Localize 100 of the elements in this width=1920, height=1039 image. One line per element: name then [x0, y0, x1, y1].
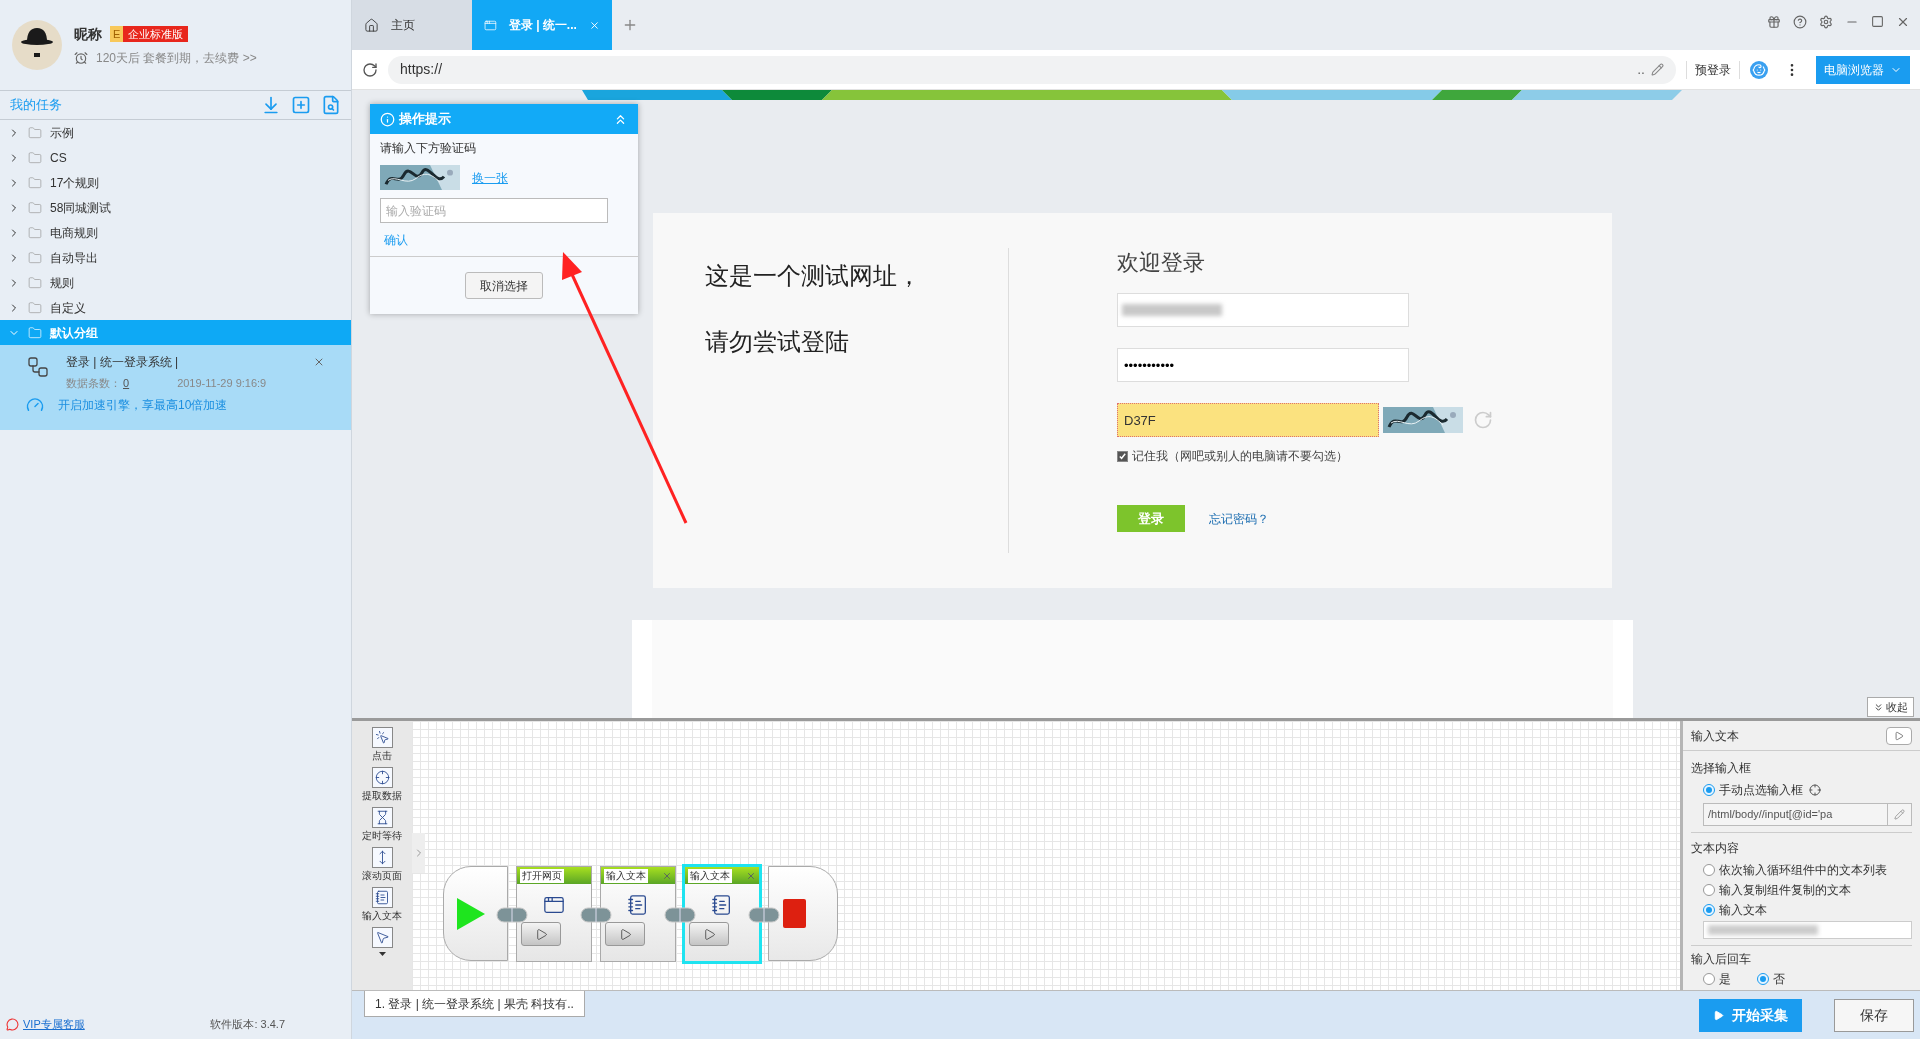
url-text: https://: [400, 60, 444, 79]
folder-row[interactable]: CS: [0, 145, 351, 170]
folder-row[interactable]: 58同城测试: [0, 195, 351, 220]
radio-button[interactable]: [1703, 784, 1715, 796]
url-tail: ..: [1637, 60, 1645, 79]
radio-button[interactable]: [1703, 864, 1715, 876]
radio-button[interactable]: [1703, 884, 1715, 896]
step-node[interactable]: 打开网页: [516, 866, 592, 962]
refresh-icon[interactable]: [362, 61, 378, 78]
address-field[interactable]: https:// ..: [388, 55, 1676, 84]
step-node[interactable]: 输入文本: [684, 866, 760, 962]
folder-row[interactable]: 电商规则: [0, 220, 351, 245]
version-text: 软件版本: 3.4.7: [210, 1016, 286, 1032]
task-title: 登录 | 统一登录系统 |: [66, 354, 179, 371]
close-icon[interactable]: [662, 870, 672, 881]
play-icon: [618, 927, 632, 941]
radio-label[interactable]: 是: [1719, 970, 1731, 988]
folder-row[interactable]: 规则: [0, 270, 351, 295]
captcha-input-field[interactable]: 输入验证码: [380, 198, 608, 223]
tool-icon: [371, 927, 393, 948]
task-tab[interactable]: 1. 登录 | 统一登录系统 | 果壳 科技有..: [364, 991, 585, 1017]
tool-button[interactable]: 输入文本: [362, 887, 402, 923]
tool-icon: [371, 767, 393, 788]
folder-row[interactable]: 示例: [0, 120, 351, 145]
captcha-field[interactable]: D37F: [1117, 403, 1379, 437]
save-button[interactable]: 保存: [1834, 999, 1914, 1032]
step-title: 输入文本: [688, 868, 732, 883]
avatar[interactable]: [12, 20, 62, 70]
folder-row[interactable]: 自动导出: [0, 245, 351, 270]
run-step-button[interactable]: [605, 922, 645, 946]
crosshair-icon[interactable]: [1809, 784, 1821, 796]
close-icon[interactable]: [313, 356, 325, 368]
notice-text: 请勿尝试登陆: [705, 327, 850, 357]
import-icon[interactable]: [261, 95, 281, 115]
search-icon[interactable]: [321, 95, 341, 115]
remember-checkbox[interactable]: 记住我（网吧或别人的电脑请不要勾选）: [1117, 447, 1612, 465]
tool-button[interactable]: 提取数据: [362, 767, 402, 803]
radio-label[interactable]: 否: [1773, 970, 1785, 988]
panel-title: 输入文本: [1691, 727, 1739, 745]
play-icon[interactable]: [457, 897, 485, 930]
step-node[interactable]: 输入文本: [600, 866, 676, 962]
checkmark-icon: [1118, 451, 1127, 461]
expand-handle[interactable]: [412, 833, 425, 873]
radio-label[interactable]: 输入文本: [1719, 901, 1767, 919]
browser-tab[interactable]: 主页: [352, 0, 472, 50]
folder-row[interactable]: 17个规则: [0, 170, 351, 195]
end-node[interactable]: [768, 866, 838, 961]
caret-icon[interactable]: [378, 952, 386, 956]
gift-icon[interactable]: [1767, 15, 1781, 29]
radio-label[interactable]: 输入复制组件复制的文本: [1719, 881, 1851, 899]
section-label: 选择输入框: [1691, 760, 1752, 777]
section-title: 我的任务: [10, 96, 62, 115]
count-link[interactable]: 0: [123, 375, 130, 392]
close-icon[interactable]: [1896, 15, 1910, 29]
cancel-selection-button[interactable]: 取消选择: [465, 272, 543, 299]
support-link[interactable]: VIP专属客服: [23, 1015, 85, 1033]
radio-label[interactable]: 手动点选输入框: [1719, 781, 1803, 799]
folder-row[interactable]: 自定义: [0, 295, 351, 320]
radio-button[interactable]: [1703, 973, 1715, 985]
task-card[interactable]: 登录 | 统一登录系统 | 数据条数： 0 2019-11-29 9:16:9 开启加速引擎，享最高10倍加速: [0, 345, 351, 430]
password-field[interactable]: •••••••••••: [1117, 348, 1409, 382]
collapse-button[interactable]: 收起: [1867, 697, 1914, 717]
start-node[interactable]: [443, 866, 508, 961]
new-tab-icon[interactable]: [622, 17, 638, 33]
figure-icon[interactable]: [1750, 60, 1768, 79]
maximize-icon[interactable]: [1871, 15, 1884, 28]
close-icon[interactable]: [746, 870, 756, 881]
home-icon: [364, 17, 379, 33]
play-icon: [1894, 730, 1904, 741]
username-field[interactable]: [1117, 293, 1409, 327]
chat-icon: [6, 1017, 19, 1031]
radio-button[interactable]: [1703, 904, 1715, 916]
text-value-field[interactable]: [1703, 921, 1912, 939]
forgot-password-link[interactable]: 忘记密码？: [1209, 509, 1269, 528]
info-icon: [380, 111, 395, 127]
step-icon: [543, 894, 565, 916]
settings-icon[interactable]: [1819, 15, 1833, 29]
run-step-button[interactable]: [689, 922, 729, 946]
radio-button[interactable]: [1757, 973, 1769, 985]
tool-button[interactable]: [371, 927, 393, 948]
edit-icon[interactable]: [1651, 63, 1664, 76]
popup-title: 操作提示: [399, 110, 452, 129]
tool-button[interactable]: 滚动页面: [362, 847, 402, 883]
tool-icon: [371, 727, 393, 748]
prelogin-button[interactable]: 预登录: [1686, 60, 1740, 79]
folder-icon: [28, 200, 42, 215]
tool-button[interactable]: 定时等待: [362, 807, 402, 843]
tool-button[interactable]: 点击: [371, 727, 393, 763]
radio-label[interactable]: 依次输入循环组件中的文本列表: [1719, 861, 1887, 879]
edit-icon[interactable]: [1894, 809, 1905, 820]
run-button[interactable]: [1886, 726, 1912, 745]
step-title: 打开网页: [520, 868, 564, 883]
xpath-field[interactable]: /html/body//input[@id='pa: [1703, 803, 1912, 826]
tool-icon: [371, 847, 393, 868]
node-connector: [580, 907, 612, 923]
run-step-button[interactable]: [521, 922, 561, 946]
help-icon[interactable]: [1793, 15, 1807, 29]
add-icon[interactable]: [291, 95, 311, 115]
gauge-icon: [26, 395, 44, 414]
play-icon: [534, 927, 548, 941]
